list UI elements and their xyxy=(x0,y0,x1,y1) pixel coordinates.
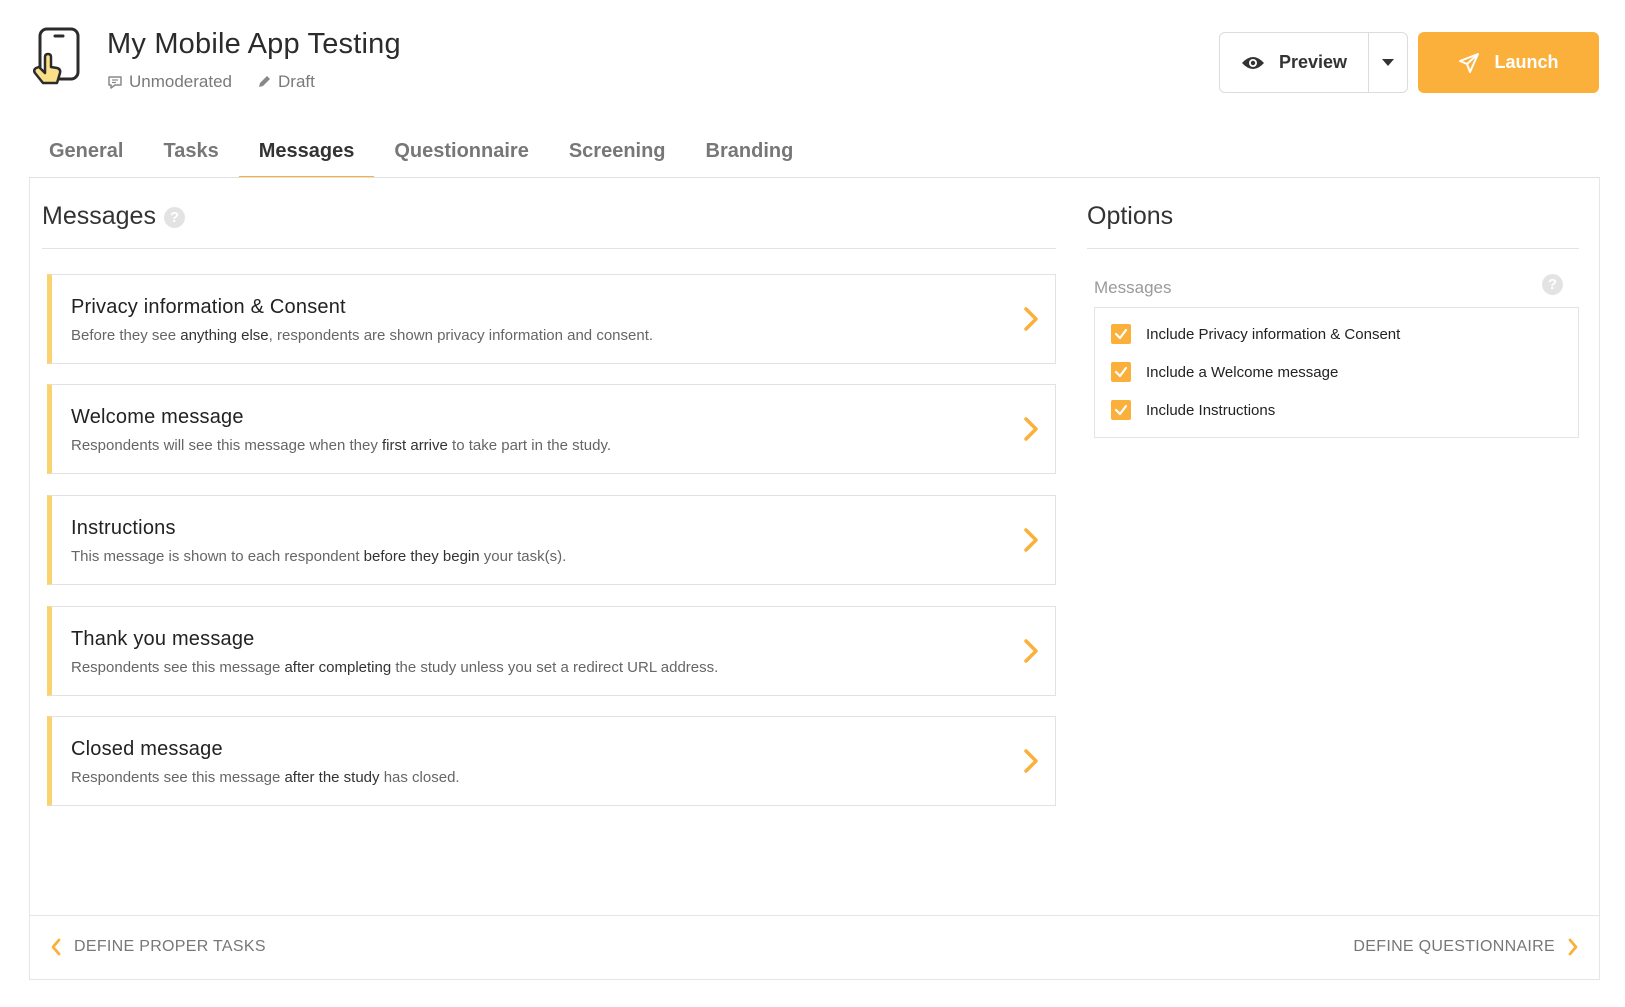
option-include-welcome[interactable]: Include a Welcome message xyxy=(1111,362,1338,382)
message-card-instructions[interactable]: Instructions This message is shown to ea… xyxy=(47,495,1056,585)
tab-bar: General Tasks Messages Questionnaire Scr… xyxy=(29,128,813,178)
preview-button-group: Preview xyxy=(1219,32,1408,93)
message-card-thank-you[interactable]: Thank you message Respondents see this m… xyxy=(47,606,1056,696)
launch-button[interactable]: Launch xyxy=(1418,32,1599,93)
message-card-title: Welcome message xyxy=(71,406,244,428)
message-card-privacy[interactable]: Privacy information & Consent Before the… xyxy=(47,274,1056,364)
launch-label: Launch xyxy=(1494,52,1559,72)
chevron-right-icon xyxy=(1024,307,1038,331)
page-header: My Mobile App Testing Unmoderated Draft … xyxy=(0,0,1625,110)
chevron-right-icon xyxy=(1024,639,1038,663)
option-label: Include Privacy information & Consent xyxy=(1146,325,1401,343)
eye-icon xyxy=(1241,56,1264,69)
tab-messages[interactable]: Messages xyxy=(238,128,375,178)
tab-branding[interactable]: Branding xyxy=(686,128,814,178)
message-card-title: Instructions xyxy=(71,517,176,539)
chevron-right-icon xyxy=(1024,417,1038,441)
checkbox-checked[interactable] xyxy=(1111,400,1131,420)
chevron-right-icon xyxy=(1024,528,1038,552)
paper-plane-icon xyxy=(1459,52,1480,73)
chevron-right-icon xyxy=(1568,938,1578,956)
previous-step-link[interactable]: DEFINE PROPER TASKS xyxy=(50,938,266,956)
check-icon xyxy=(1114,366,1128,378)
message-card-description: Respondents see this message after the s… xyxy=(71,769,460,786)
message-card-title: Closed message xyxy=(71,738,223,760)
previous-step-label: DEFINE PROPER TASKS xyxy=(74,938,266,955)
preview-dropdown-button[interactable] xyxy=(1369,33,1407,92)
study-status: Draft xyxy=(278,72,315,91)
help-icon[interactable]: ? xyxy=(163,206,185,228)
message-card-title: Thank you message xyxy=(71,628,255,650)
tab-questionnaire[interactable]: Questionnaire xyxy=(374,128,548,178)
chevron-right-icon xyxy=(1024,749,1038,773)
caret-down-icon xyxy=(1382,58,1394,66)
message-options-box: Include Privacy information & Consent In… xyxy=(1094,307,1579,438)
message-card-description: Before they see anything else, responden… xyxy=(71,327,654,344)
divider xyxy=(42,248,1056,249)
pencil-icon xyxy=(256,74,272,90)
tab-tasks[interactable]: Tasks xyxy=(143,128,238,178)
message-card-welcome[interactable]: Welcome message Respondents will see thi… xyxy=(47,384,1056,474)
option-label: Include a Welcome message xyxy=(1146,363,1339,381)
tab-general[interactable]: General xyxy=(29,128,143,178)
message-card-description: Respondents will see this message when t… xyxy=(71,437,612,454)
messages-heading-text: Messages xyxy=(42,202,156,230)
tab-screening[interactable]: Screening xyxy=(549,128,686,178)
divider xyxy=(1087,248,1579,249)
preview-button[interactable]: Preview xyxy=(1220,33,1369,92)
next-step-label: DEFINE QUESTIONNAIRE xyxy=(1353,938,1555,955)
phone-tap-icon xyxy=(32,27,80,85)
option-label: Include Instructions xyxy=(1146,401,1276,419)
check-icon xyxy=(1114,328,1128,340)
check-icon xyxy=(1114,404,1128,416)
message-card-title: Privacy information & Consent xyxy=(71,296,346,318)
message-card-description: This message is shown to each respondent… xyxy=(71,548,567,565)
study-mode: Unmoderated xyxy=(129,72,233,91)
footer-divider xyxy=(30,915,1599,916)
options-heading: Options xyxy=(1087,202,1174,230)
preview-label: Preview xyxy=(1278,52,1348,72)
option-include-privacy[interactable]: Include Privacy information & Consent xyxy=(1111,324,1400,344)
option-include-instructions[interactable]: Include Instructions xyxy=(1111,400,1275,420)
checkbox-checked[interactable] xyxy=(1111,362,1131,382)
message-card-description: Respondents see this message after compl… xyxy=(71,659,719,676)
messages-heading: Messages? xyxy=(42,202,185,231)
message-card-closed[interactable]: Closed message Respondents see this mess… xyxy=(47,716,1056,806)
messages-panel: Messages? Privacy information & Consent … xyxy=(29,177,1600,980)
chevron-left-icon xyxy=(51,938,61,956)
chat-bubble-icon xyxy=(107,74,123,90)
study-title: My Mobile App Testing xyxy=(107,28,401,60)
options-group-label: Messages xyxy=(1094,278,1172,297)
study-meta: Unmoderated Draft xyxy=(107,72,315,92)
help-icon[interactable]: ? xyxy=(1542,274,1563,295)
checkbox-checked[interactable] xyxy=(1111,324,1131,344)
next-step-link[interactable]: DEFINE QUESTIONNAIRE xyxy=(1353,938,1579,956)
